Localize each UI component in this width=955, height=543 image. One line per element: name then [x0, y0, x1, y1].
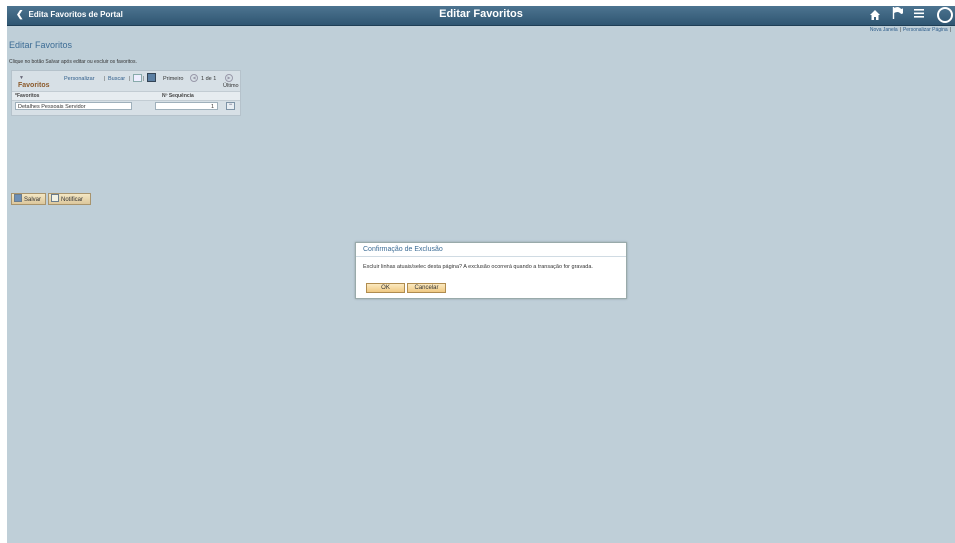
sequence-input[interactable]: 1 — [155, 102, 218, 110]
save-icon — [14, 194, 22, 202]
grid-first-label: Primeiro — [163, 76, 184, 82]
delete-row-button[interactable]: − — [226, 102, 235, 110]
grid-separator: | — [129, 76, 131, 82]
save-button[interactable]: Salvar — [11, 193, 46, 205]
dialog-header: Confirmação de Exclusão — [356, 243, 626, 257]
grid-personalize-link[interactable]: Personalizar — [64, 76, 95, 82]
app-frame: ❮ Edita Favoritos de Portal Editar Favori… — [7, 6, 955, 543]
view-all-icon[interactable] — [133, 74, 142, 82]
notify-icon — [51, 194, 59, 202]
notify-label: Notificar — [61, 197, 84, 203]
personalize-page-link[interactable]: Personalizar Página — [903, 27, 948, 33]
new-window-link[interactable]: Nova Janela — [870, 27, 898, 33]
dialog-message: Excluir linhas atuais/selec desta página… — [363, 264, 593, 270]
grid-separator: | — [104, 76, 106, 82]
grid-last-label: Último — [223, 83, 239, 89]
column-header-favoritos: *Favoritos — [15, 93, 40, 99]
top-banner: ❮ Edita Favoritos de Portal Editar Favori… — [7, 6, 955, 26]
favorite-name-input[interactable]: Detalhes Pessoais Servidor — [15, 102, 132, 110]
column-header-sequencia: Nº Sequência — [162, 93, 194, 99]
favorites-grid: ▼ Favoritos Personalizar | Buscar | | Pr… — [11, 70, 241, 116]
collapse-icon[interactable]: ▼ — [19, 75, 24, 81]
next-icon[interactable]: ▶ — [225, 74, 233, 82]
grid-find-link[interactable]: Buscar — [108, 76, 125, 82]
home-icon[interactable] — [869, 8, 881, 26]
grid-separator: | — [143, 76, 145, 82]
banner-title: Editar Favoritos — [439, 8, 523, 20]
page-links: Nova Janela | Personalizar Página | — [870, 27, 953, 33]
previous-icon[interactable]: ◀ — [190, 74, 198, 82]
navbar-icon[interactable] — [937, 7, 953, 23]
grid-header: *Favoritos Nº Sequência — [12, 91, 240, 101]
download-icon[interactable] — [147, 73, 156, 82]
instruction-text: Clique no botão Salvar após editar ou ex… — [9, 59, 137, 65]
page-title: Editar Favoritos — [9, 40, 73, 50]
menu-icon[interactable] — [913, 6, 925, 23]
cancel-button[interactable]: Cancelar — [407, 283, 446, 293]
link-separator: | — [899, 27, 901, 33]
link-separator: | — [949, 27, 951, 33]
grid-row-count: 1 de 1 — [201, 76, 217, 82]
delete-confirmation-dialog: Confirmação de Exclusão Excluir linhas a… — [355, 242, 627, 299]
save-label: Salvar — [24, 197, 42, 203]
dialog-title: Confirmação de Exclusão — [363, 246, 443, 253]
ok-button[interactable]: OK — [366, 283, 405, 293]
grid-title: Favoritos — [18, 82, 50, 89]
flag-icon[interactable] — [892, 6, 904, 25]
notify-button[interactable]: Notificar — [48, 193, 91, 205]
